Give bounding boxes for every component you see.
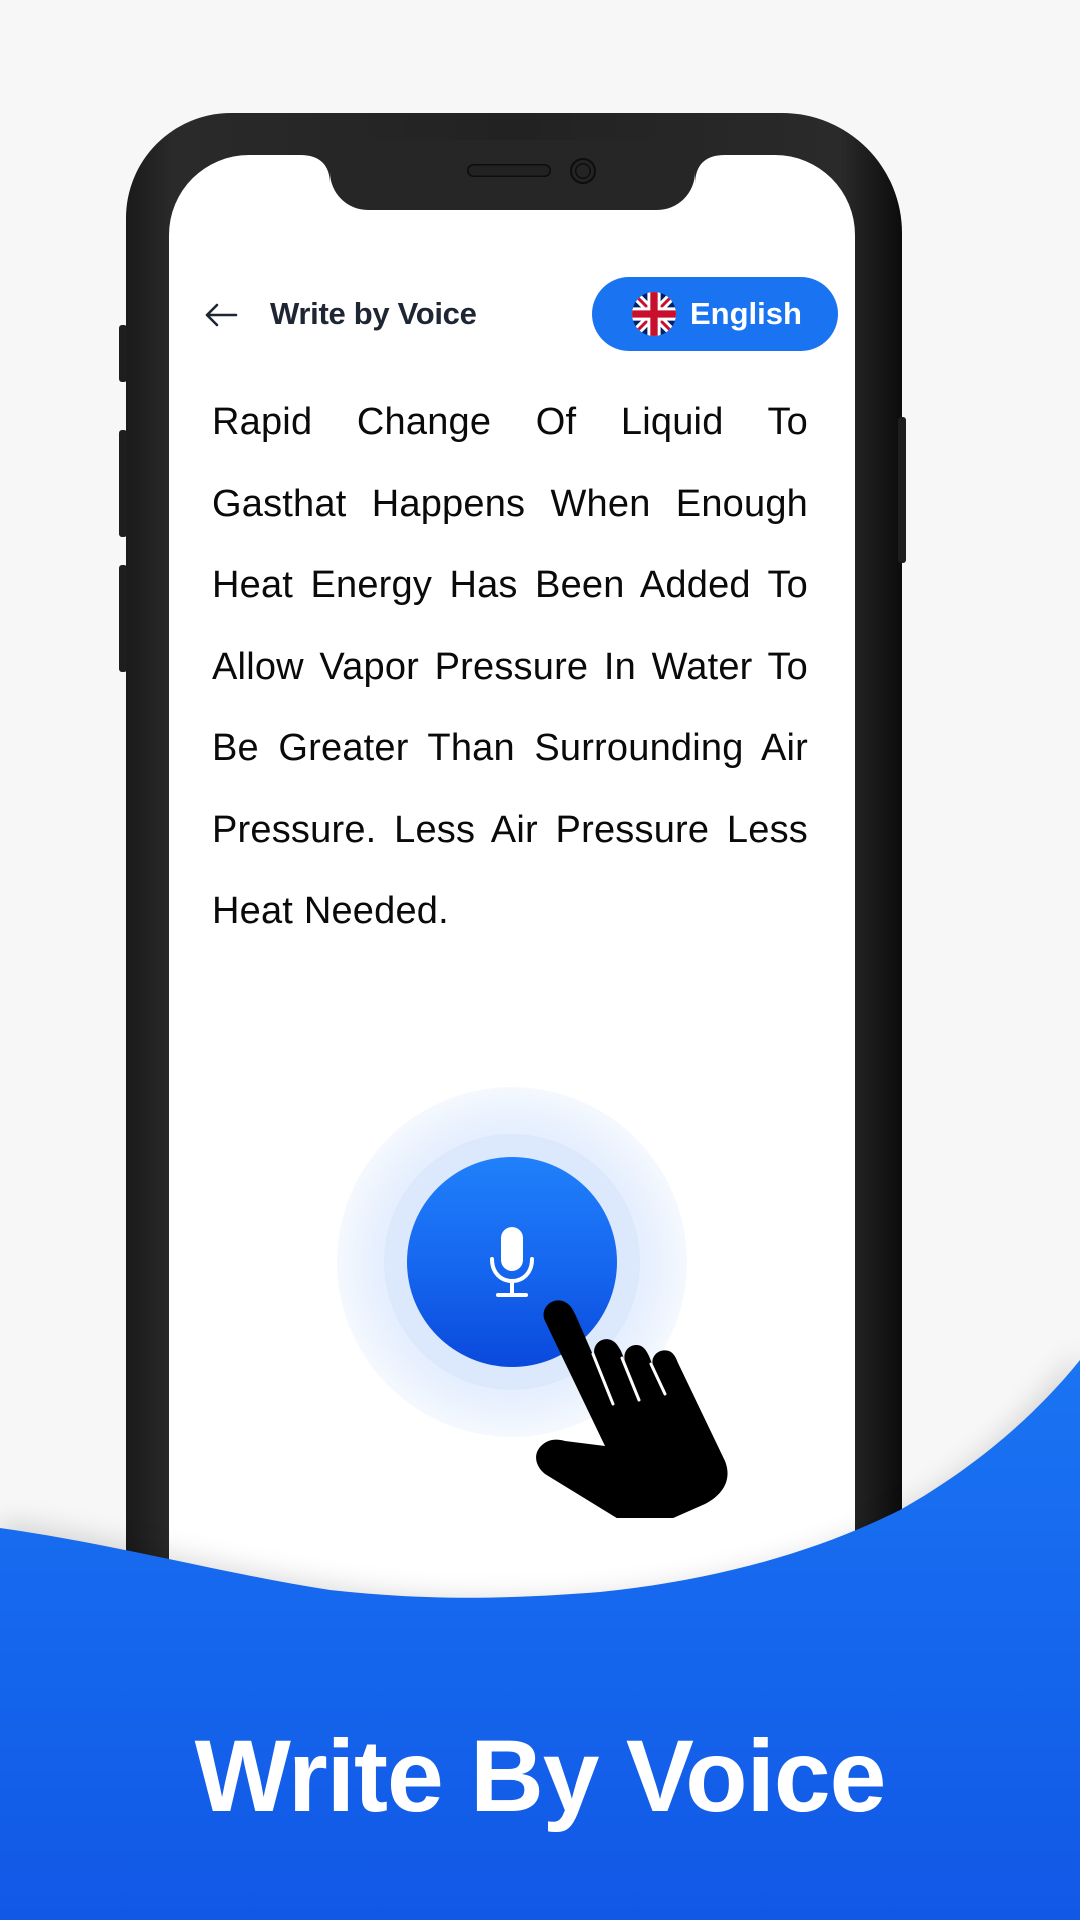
language-label: English	[690, 296, 802, 331]
phone-power-button	[898, 417, 906, 563]
speaker-grille	[467, 164, 551, 177]
arrow-left-icon	[205, 303, 238, 327]
phone-side-button	[119, 565, 127, 672]
page-title: Write by Voice	[270, 296, 477, 331]
banner-title: Write By Voice	[194, 1719, 887, 1833]
phone-side-button	[119, 430, 127, 537]
uk-flag-icon	[632, 292, 676, 336]
front-camera	[570, 158, 596, 184]
transcript-text[interactable]: Rapid Change Of Liquid To Gasthat Happen…	[212, 382, 808, 953]
language-button[interactable]: English	[592, 277, 838, 351]
back-button[interactable]	[203, 297, 239, 333]
phone-side-button	[119, 325, 127, 382]
